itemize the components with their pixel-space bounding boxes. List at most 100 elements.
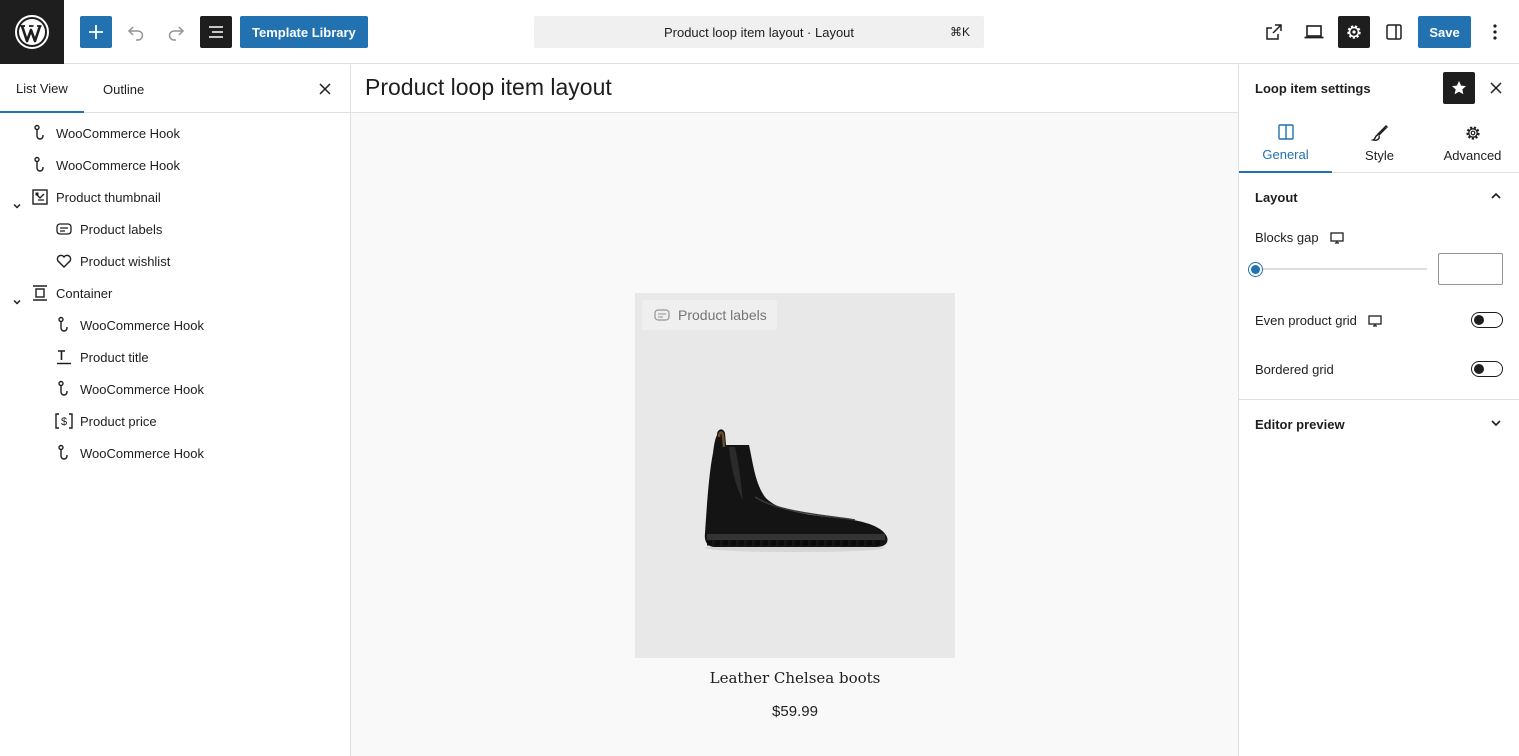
heart-icon [54, 251, 74, 271]
tab-general[interactable]: General [1239, 113, 1332, 173]
list-item-label: Container [56, 285, 113, 301]
tab-outline[interactable]: Outline [103, 65, 144, 113]
list-item-label: WooCommerce Hook [80, 317, 205, 333]
view-site-button[interactable] [1258, 16, 1290, 48]
settings-button[interactable] [1338, 16, 1370, 48]
list-item[interactable]: WooCommerce Hook [54, 437, 204, 469]
settings-tabs: General Style Advanced [1239, 113, 1519, 173]
layout-section-toggle[interactable]: Layout [1239, 173, 1519, 221]
list-panel-tabs: List View Outline [0, 65, 350, 113]
gear-icon [1347, 25, 1361, 39]
editor-preview-section-title: Editor preview [1255, 416, 1345, 432]
columns-icon [1277, 123, 1294, 140]
even-product-grid-label: Even product grid [1255, 313, 1357, 328]
list-item[interactable]: Product thumbnail [8, 181, 161, 213]
list-view-panel: List View Outline WooCommerce Hook WooCo… [0, 65, 351, 756]
bordered-grid-toggle[interactable] [1471, 361, 1503, 377]
list-item[interactable]: Product wishlist [54, 245, 170, 277]
undo-icon [127, 26, 144, 41]
add-block-button[interactable] [80, 16, 112, 48]
list-item[interactable]: WooCommerce Hook [30, 117, 180, 149]
svg-text:$: $ [61, 416, 67, 428]
even-product-grid-field: Even product grid [1255, 313, 1383, 328]
tab-advanced-label: Advanced [1443, 147, 1502, 163]
desktop-icon[interactable] [1329, 231, 1345, 245]
desktop-icon [1304, 25, 1324, 39]
top-toolbar: Template Library Product loop item layou… [0, 0, 1519, 64]
list-view-toggle-button[interactable] [200, 16, 232, 48]
container-icon [30, 283, 50, 303]
list-item-label: Product thumbnail [56, 189, 161, 205]
sidebar-icon [1386, 24, 1402, 40]
list-item-label: Product wishlist [80, 253, 171, 269]
hook-icon [54, 443, 74, 463]
editor-preview-section-toggle[interactable]: Editor preview [1239, 400, 1519, 448]
close-icon [1490, 82, 1502, 94]
layout-section-title: Layout [1255, 189, 1298, 205]
product-labels-block[interactable]: Product labels [642, 300, 777, 330]
hook-icon [54, 379, 74, 399]
gear-icon [1465, 125, 1480, 140]
tab-style-label: Style [1365, 147, 1394, 163]
hook-icon [30, 155, 50, 175]
plus-icon [89, 25, 103, 39]
save-button[interactable]: Save [1418, 16, 1471, 48]
product-labels-text: Product labels [678, 307, 767, 323]
star-icon [1452, 81, 1466, 95]
tab-list-view[interactable]: List View [0, 65, 84, 113]
thumbnail-icon [30, 187, 50, 207]
list-item[interactable]: Container [8, 277, 112, 309]
settings-header: Loop item settings [1239, 65, 1519, 113]
tab-style[interactable]: Style [1333, 113, 1426, 173]
list-item[interactable]: Product labels [54, 213, 162, 245]
undo-button[interactable] [120, 16, 152, 48]
even-product-grid-toggle[interactable] [1471, 312, 1503, 328]
hook-icon [30, 123, 50, 143]
blocks-gap-slider-handle[interactable] [1249, 263, 1262, 276]
wordpress-logo-icon[interactable] [0, 0, 64, 64]
product-thumbnail-block[interactable]: Product labels [635, 293, 955, 658]
product-price[interactable]: $59.99 [635, 703, 955, 720]
brush-icon [1370, 124, 1388, 141]
chevron-down-icon[interactable] [10, 199, 24, 213]
close-icon [319, 83, 331, 95]
title-icon [54, 347, 74, 367]
template-library-button[interactable]: Template Library [240, 16, 368, 48]
list-item[interactable]: WooCommerce Hook [54, 309, 204, 341]
close-settings-button[interactable] [1487, 79, 1505, 97]
product-title[interactable]: Leather Chelsea boots [635, 669, 955, 687]
external-link-icon [1266, 24, 1282, 40]
canvas-title-bar: Product loop item layout [351, 65, 1238, 113]
document-title: Product loop item layout · Layout [663, 24, 855, 40]
pin-star-button[interactable] [1443, 72, 1475, 104]
redo-button[interactable] [160, 16, 192, 48]
list-item-label: WooCommerce Hook [56, 157, 181, 173]
list-item-label: WooCommerce Hook [80, 381, 205, 397]
list-item-label: WooCommerce Hook [80, 445, 205, 461]
desktop-icon[interactable] [1367, 314, 1383, 328]
chevron-down-icon[interactable] [10, 295, 24, 309]
list-item[interactable]: $ Product price [54, 405, 157, 437]
toggle-sidebar-button[interactable] [1378, 16, 1410, 48]
labels-icon [54, 219, 74, 239]
bordered-grid-field: Bordered grid [1255, 362, 1334, 377]
bordered-grid-label: Bordered grid [1255, 362, 1334, 377]
list-item[interactable]: WooCommerce Hook [54, 373, 204, 405]
blocks-gap-slider-track[interactable] [1255, 268, 1427, 270]
blocks-gap-input[interactable] [1438, 253, 1503, 285]
tab-advanced[interactable]: Advanced [1426, 113, 1519, 173]
hook-icon [54, 315, 74, 335]
list-item-label: Product title [80, 349, 149, 365]
page-title[interactable]: Product loop item layout [365, 74, 612, 101]
list-item[interactable]: WooCommerce Hook [30, 149, 180, 181]
document-title-command-bar[interactable]: Product loop item layout · Layout ⌘K [534, 16, 984, 48]
list-item[interactable]: Product title [54, 341, 149, 373]
price-icon: $ [54, 411, 74, 431]
editor-canvas[interactable]: Product loop item layout Product labels … [351, 65, 1238, 756]
list-view-icon [209, 26, 223, 38]
close-list-view-button[interactable] [316, 80, 334, 98]
more-options-button[interactable] [1479, 16, 1511, 48]
list-item-label: WooCommerce Hook [56, 125, 181, 141]
list-item-label: Product price [80, 413, 157, 429]
device-preview-button[interactable] [1298, 16, 1330, 48]
